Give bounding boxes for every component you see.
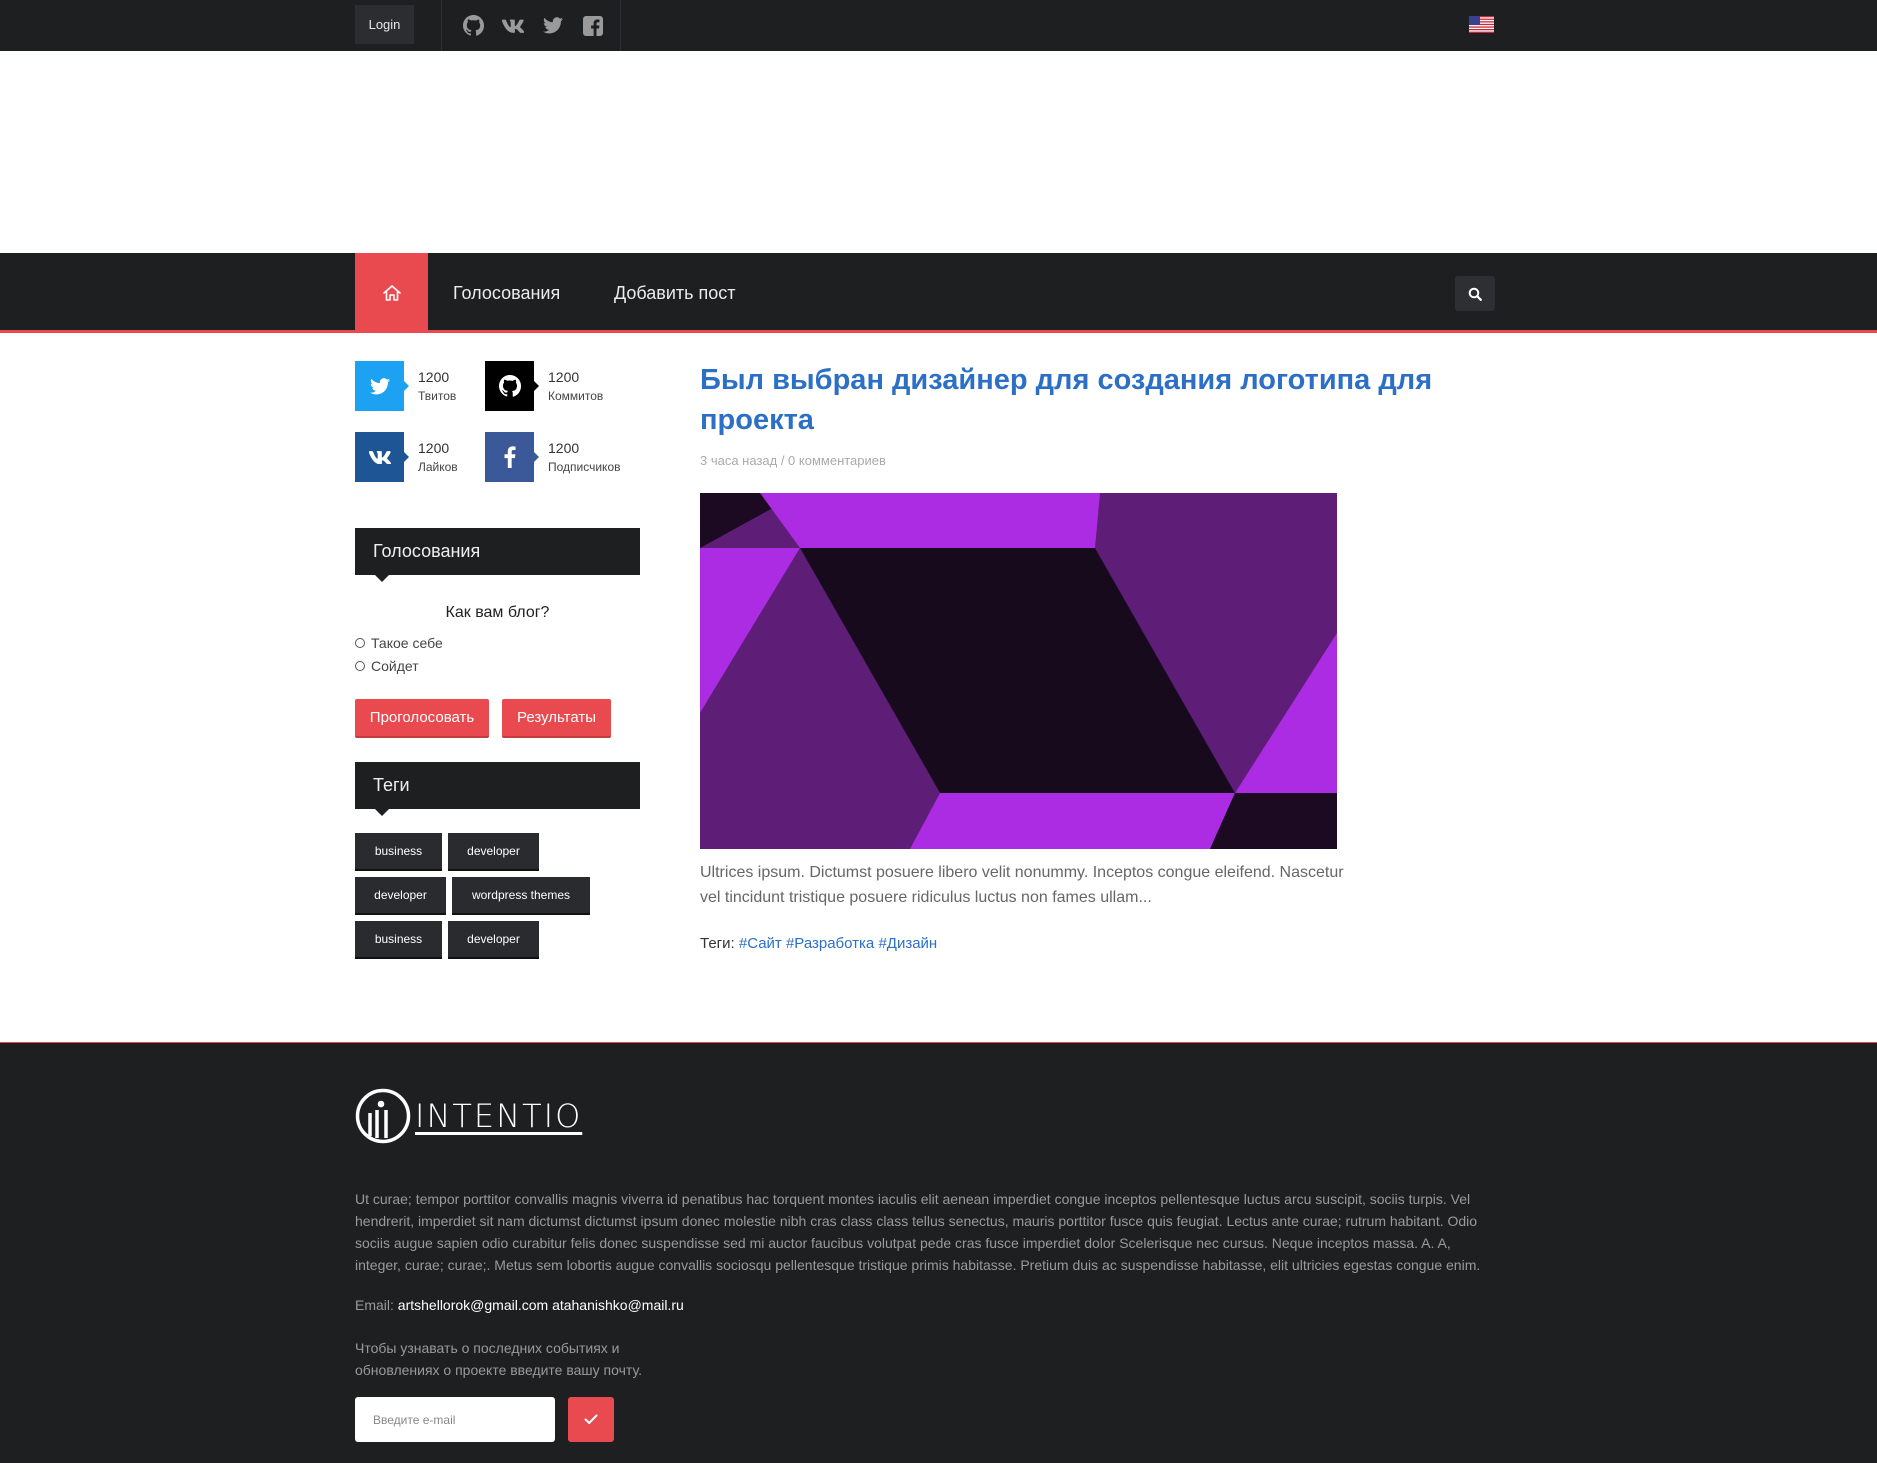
tag-chip[interactable]: developer: [448, 833, 539, 871]
email-link[interactable]: atahanishko@mail.ru: [552, 1297, 684, 1313]
github-icon: [498, 375, 521, 397]
stat-facebook[interactable]: 1200 Подписчиков: [485, 432, 621, 482]
poll-option[interactable]: Такое себе: [355, 635, 443, 651]
stat-count: 1200: [418, 369, 450, 385]
post-tag-link[interactable]: #Дизайн: [878, 935, 937, 952]
twitter-icon: [369, 377, 390, 394]
nav-item-polls[interactable]: Голосования: [453, 253, 560, 333]
poll-question: Как вам блог?: [445, 604, 550, 621]
footer-about-text: Ut curae; tempor porttitor convallis mag…: [355, 1191, 1481, 1273]
search-icon: [1468, 287, 1482, 301]
footer-email-label: Email:: [355, 1297, 394, 1313]
post-title[interactable]: Был выбран дизайнер для создания логотип…: [700, 360, 1460, 440]
top-social-links: [441, 0, 621, 51]
stat-count: 1200: [548, 440, 580, 456]
nav-home-button[interactable]: [355, 253, 428, 333]
footer-logo[interactable]: INTENTIO: [355, 1088, 582, 1144]
subscribe-text: Чтобы узнавать о последних событиях и об…: [355, 1340, 642, 1378]
tag-chip[interactable]: developer: [448, 921, 539, 959]
poll-option[interactable]: Сойдет: [355, 658, 419, 674]
stat-vk[interactable]: 1200 Лайков: [355, 432, 475, 482]
stat-label: Коммитов: [548, 389, 604, 403]
stat-label: Подписчиков: [548, 460, 621, 474]
twitter-icon[interactable]: [542, 15, 564, 37]
post-meta: 3 часа назад / 0 комментариев: [700, 453, 886, 468]
nav-search-button[interactable]: [1455, 276, 1495, 311]
intentio-logo-icon: [355, 1088, 411, 1144]
radio-button[interactable]: [355, 661, 365, 671]
post-tags: Теги: #Сайт #Разработка #Дизайн: [700, 935, 937, 952]
poll-option-label: Такое себе: [371, 635, 443, 651]
stat-count: 1200: [548, 369, 580, 385]
tag-chip[interactable]: developer: [355, 877, 446, 915]
radio-button[interactable]: [355, 638, 365, 648]
vk-icon[interactable]: [502, 15, 524, 37]
nav-item-add-post[interactable]: Добавить пост: [614, 253, 736, 333]
tag-chip[interactable]: business: [355, 921, 442, 959]
tag-chip[interactable]: business: [355, 833, 442, 871]
poll-widget-heading: Голосования: [355, 528, 640, 582]
github-icon[interactable]: [462, 15, 484, 37]
post-tag-link[interactable]: #Разработка: [786, 935, 874, 952]
home-icon: [382, 285, 401, 301]
footer: INTENTIO Ut curae; tempor porttitor conv…: [0, 1042, 1877, 1463]
vk-icon: [368, 450, 391, 464]
subscribe-submit-button[interactable]: [568, 1397, 614, 1442]
login-button[interactable]: Login: [355, 5, 414, 44]
post-excerpt: Ultrices ipsum. Dictumst posuere libero …: [700, 864, 1344, 906]
check-icon: [584, 1414, 598, 1424]
main-nav: Голосования Добавить пост: [0, 253, 1877, 333]
logo-text: INTENTIO: [415, 1097, 583, 1135]
facebook-icon: [504, 446, 515, 468]
stat-count: 1200: [418, 440, 450, 456]
post-tags-label: Теги:: [700, 935, 735, 952]
stat-label: Твитов: [418, 389, 457, 403]
subscribe-email-input[interactable]: [355, 1397, 555, 1442]
facebook-icon[interactable]: [582, 15, 604, 37]
tag-chip[interactable]: wordpress themes: [452, 877, 590, 915]
stat-github[interactable]: 1200 Коммитов: [485, 361, 605, 411]
tags-widget-heading: Теги: [355, 762, 640, 816]
stat-twitter[interactable]: 1200 Твитов: [355, 361, 475, 411]
us-flag-icon[interactable]: [1469, 16, 1494, 33]
top-bar: Login: [0, 0, 1877, 51]
vote-button[interactable]: Проголосовать: [355, 699, 489, 738]
footer-email: Email: artshellorok@gmail.com atahanishk…: [355, 1297, 684, 1313]
post-tag-link[interactable]: #Сайт: [739, 935, 782, 952]
stat-label: Лайков: [418, 460, 458, 474]
results-button[interactable]: Результаты: [502, 699, 611, 738]
post-image[interactable]: [700, 493, 1337, 849]
email-link[interactable]: artshellorok@gmail.com: [398, 1297, 548, 1313]
poll-option-label: Сойдет: [371, 658, 419, 674]
